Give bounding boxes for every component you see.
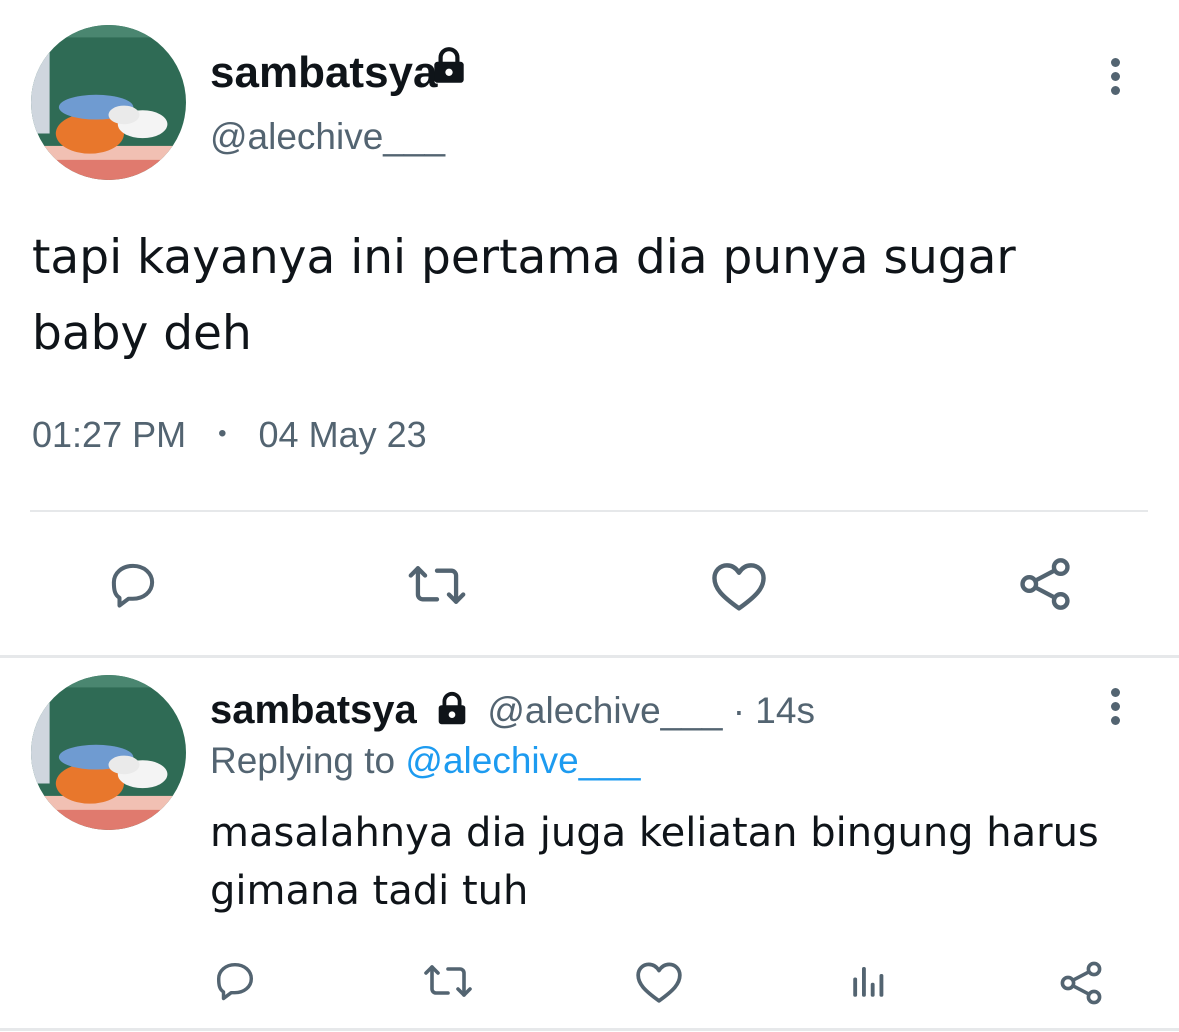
tweet-date: 04 May 23 xyxy=(258,414,427,455)
replying-to: Replying to @alechive___ xyxy=(210,739,640,783)
section-divider xyxy=(0,655,1179,658)
reply-header: sambatsya @alechive___ · 14s xyxy=(210,688,815,733)
analytics-button[interactable] xyxy=(844,956,894,1006)
reply-icon xyxy=(216,962,254,1001)
more-options-icon[interactable] xyxy=(1104,58,1126,98)
tweet-text: tapi kayanya ini pertama dia punya sugar… xyxy=(32,230,1016,361)
handle[interactable]: @alechive___ xyxy=(210,116,445,158)
retweet-button[interactable] xyxy=(420,956,476,1006)
tweet-time: 01:27 PM xyxy=(32,414,187,455)
handle[interactable]: @alechive___ xyxy=(487,690,722,731)
display-name[interactable]: sambatsya xyxy=(210,48,437,98)
replying-to-label: Replying to xyxy=(210,740,396,781)
replying-to-handle-link[interactable]: @alechive___ xyxy=(405,740,640,781)
bottom-divider xyxy=(0,1028,1179,1031)
reply-icon xyxy=(111,563,155,608)
share-button[interactable] xyxy=(1054,956,1108,1010)
separator-dot: • xyxy=(218,420,227,447)
like-button[interactable] xyxy=(706,555,772,615)
reply-text: masalahnya dia juga keliatan bingung har… xyxy=(210,810,1099,914)
share-button[interactable] xyxy=(1012,552,1078,616)
reply-button[interactable] xyxy=(100,555,166,615)
more-options-icon[interactable] xyxy=(1104,688,1126,728)
like-button[interactable] xyxy=(632,956,686,1006)
display-name[interactable]: sambatsya xyxy=(210,688,417,732)
tweet-age: · 14s xyxy=(732,690,815,731)
divider xyxy=(30,510,1148,512)
reply-button[interactable] xyxy=(208,956,262,1006)
retweet-icon xyxy=(424,965,472,997)
lock-icon xyxy=(438,691,466,725)
avatar[interactable] xyxy=(31,675,186,830)
analytics-icon xyxy=(853,967,884,997)
retweet-button[interactable] xyxy=(404,555,470,615)
heart-icon xyxy=(636,962,682,1003)
share-icon xyxy=(1020,558,1070,610)
share-icon xyxy=(1060,961,1102,1005)
lock-icon xyxy=(434,47,464,83)
retweet-icon xyxy=(408,566,466,604)
heart-icon xyxy=(712,563,766,611)
avatar[interactable] xyxy=(31,25,186,180)
tweet-timestamp: 01:27 PM • 04 May 23 xyxy=(32,414,427,456)
